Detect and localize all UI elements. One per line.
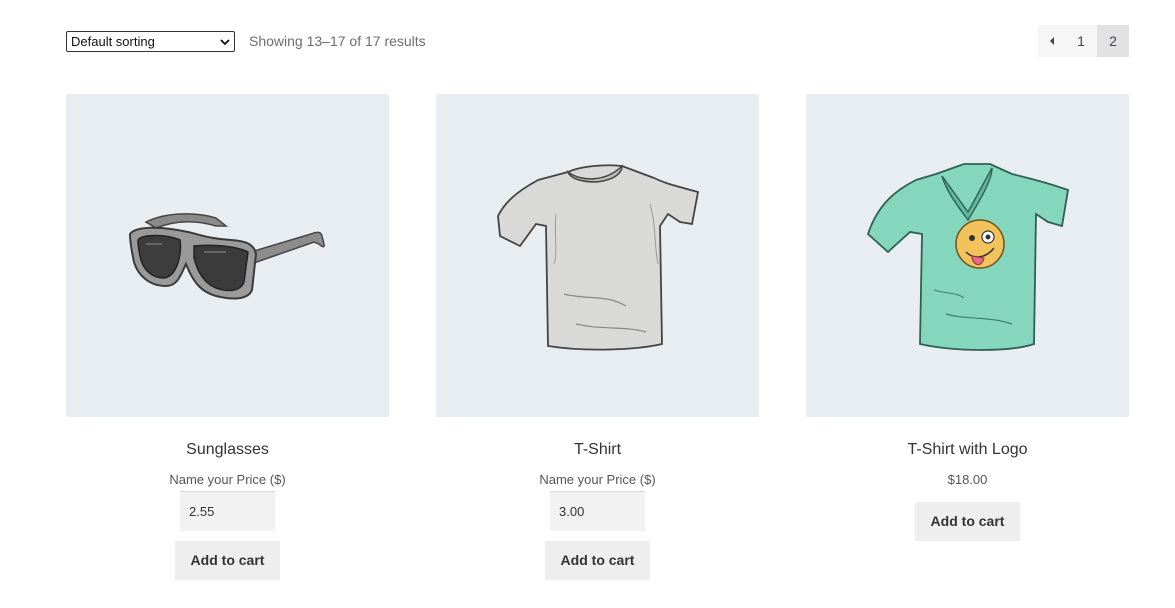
product-price: $18.00 — [947, 472, 988, 487]
shop-toolbar: Default sorting Showing 13–17 of 17 resu… — [66, 25, 1129, 57]
product-title[interactable]: T-Shirt — [436, 440, 759, 460]
grey-tshirt-illustration — [497, 164, 700, 351]
page-link-1[interactable]: 1 — [1065, 25, 1097, 57]
page-current-2: 2 — [1097, 25, 1129, 57]
add-to-cart-button[interactable]: Add to cart — [915, 502, 1020, 541]
product-card: T-Shirt with Logo $18.00 Add to cart — [806, 94, 1129, 541]
name-your-price-label: Name your Price ($) — [169, 472, 286, 487]
name-your-price-label: Name your Price ($) — [539, 472, 656, 487]
sunglasses-illustration — [128, 213, 325, 300]
pagination: 1 2 — [1038, 25, 1129, 57]
sort-selected-value: Default sorting — [71, 34, 155, 49]
product-title[interactable]: T-Shirt with Logo — [806, 440, 1129, 460]
product-title[interactable]: Sunglasses — [66, 440, 389, 460]
green-tshirt-with-logo-illustration — [866, 163, 1070, 351]
product-grid: Sunglasses Name your Price ($) 2.55 Add … — [66, 94, 1129, 594]
product-card: T-Shirt Name your Price ($) 3.00 Add to … — [436, 94, 759, 580]
previous-page-button[interactable] — [1038, 25, 1065, 57]
sort-select[interactable]: Default sorting — [66, 31, 235, 52]
add-to-cart-button[interactable]: Add to cart — [175, 541, 280, 580]
result-count: Showing 13–17 of 17 results — [249, 33, 426, 49]
price-input[interactable]: 2.55 — [180, 491, 275, 531]
product-image-tshirt[interactable] — [436, 94, 759, 417]
caret-left-icon — [1048, 33, 1056, 49]
product-image-sunglasses[interactable] — [66, 94, 389, 417]
product-image-tshirt-with-logo[interactable] — [806, 94, 1129, 417]
price-input[interactable]: 3.00 — [550, 491, 645, 531]
product-card: Sunglasses Name your Price ($) 2.55 Add … — [66, 94, 389, 580]
add-to-cart-button[interactable]: Add to cart — [545, 541, 650, 580]
chevron-down-icon — [220, 37, 230, 47]
